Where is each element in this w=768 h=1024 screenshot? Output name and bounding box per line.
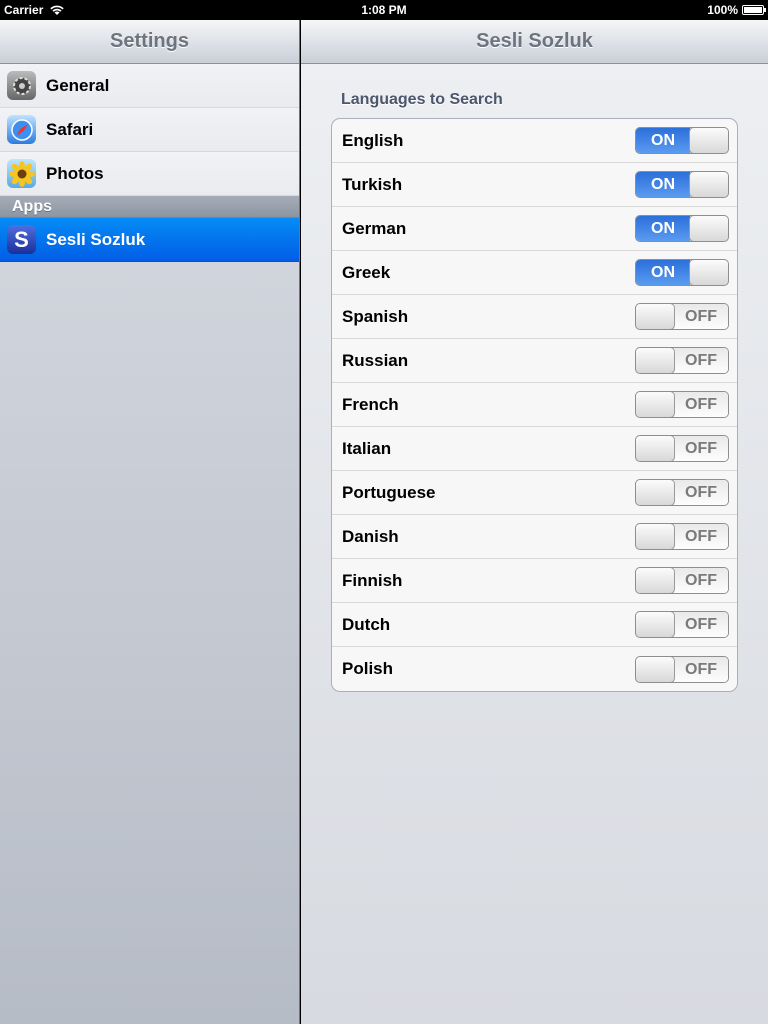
language-label: Polish [342,659,394,678]
settings-item-safari[interactable]: Safari [0,108,299,152]
compass-icon [7,115,36,144]
language-label: Portuguese [342,482,436,502]
language-label: Danish [342,526,399,546]
switch-state-label: ON [636,216,690,241]
language-toggle-switch[interactable]: OFF [635,435,729,462]
language-label: French [342,394,399,414]
language-row-german: German ON [332,207,737,251]
language-label: Russian [342,350,409,370]
switch-state-label: OFF [674,436,728,461]
settings-item-sesli-sozluk[interactable]: S Sesli Sozluk [0,218,299,262]
language-label: Spanish [342,306,409,326]
battery-percent: 100% [707,3,738,17]
switch-knob [636,436,675,461]
settings-item-general[interactable]: General [0,64,299,108]
switch-state-label: ON [636,260,690,285]
language-toggle-switch[interactable]: ON [635,215,729,242]
switch-knob [636,612,675,637]
language-row-french: French OFF [332,383,737,427]
settings-master-pane: Settings General Safari Photos Apps S Se [0,20,300,1024]
language-label: Greek [342,262,391,282]
switch-state-label: OFF [674,656,728,682]
language-toggle-switch[interactable]: OFF [635,303,729,330]
switch-state-label: OFF [674,304,728,329]
settings-item-label: Safari [46,119,94,139]
gear-icon [7,71,36,100]
language-label: Turkish [342,174,403,194]
language-toggle-switch[interactable]: OFF [635,567,729,594]
language-toggle-switch[interactable]: ON [635,127,729,154]
switch-state-label: OFF [674,568,728,593]
language-row-russian: Russian OFF [332,339,737,383]
switch-knob [636,524,675,549]
switch-knob [689,260,728,285]
language-row-italian: Italian OFF [332,427,737,471]
switch-state-label: OFF [674,392,728,417]
language-row-english: English ON [332,119,737,163]
switch-state-label: ON [636,128,690,153]
settings-list: General Safari Photos Apps S Sesli Sozlu… [0,64,299,262]
battery-icon [742,5,766,15]
detail-pane: Sesli Sozluk Languages to Search English… [301,20,768,1024]
master-title: Settings [110,30,189,52]
apps-section-header: Apps [0,196,299,218]
language-row-spanish: Spanish OFF [332,295,737,339]
switch-knob [636,348,675,373]
switch-knob [636,568,675,593]
language-row-dutch: Dutch OFF [332,603,737,647]
switch-knob [636,480,675,505]
language-label: German [342,218,407,238]
language-toggle-switch[interactable]: OFF [635,479,729,506]
switch-state-label: OFF [674,524,728,549]
language-toggle-switch[interactable]: OFF [635,391,729,418]
switch-state-label: OFF [674,348,728,373]
language-label: English [342,130,404,150]
language-row-portuguese: Portuguese OFF [332,471,737,515]
status-bar: Carrier 1:08 PM 100% [0,0,768,20]
language-toggle-switch[interactable]: OFF [635,655,729,683]
language-row-turkish: Turkish ON [332,163,737,207]
language-toggle-switch[interactable]: OFF [635,347,729,374]
switch-knob [636,656,675,682]
settings-item-label: Photos [46,163,104,183]
status-time: 1:08 PM [361,3,407,17]
detail-title: Sesli Sozluk [476,30,593,52]
battery-status: 100% [707,3,766,17]
settings-item-label: General [46,75,110,95]
languages-group: English ON Turkish ON German ON Greek ON Spanish… [331,118,738,692]
settings-item-label: Sesli Sozluk [46,229,146,249]
languages-group-header: Languages to Search [341,91,503,108]
master-navbar: Settings [0,20,299,64]
language-toggle-switch[interactable]: ON [635,259,729,286]
switch-state-label: OFF [674,612,728,637]
language-toggle-switch[interactable]: OFF [635,611,729,638]
language-row-finnish: Finnish OFF [332,559,737,603]
sesli-sozluk-icon: S [7,225,36,254]
switch-state-label: ON [636,172,690,197]
switch-knob [689,216,728,241]
switch-knob [689,172,728,197]
language-row-danish: Danish OFF [332,515,737,559]
language-toggle-switch[interactable]: OFF [635,523,729,550]
switch-knob [689,128,728,153]
detail-navbar: Sesli Sozluk [301,20,768,64]
language-label: Italian [342,438,392,458]
switch-knob [636,304,675,329]
sunflower-icon [7,159,36,188]
switch-knob [636,392,675,417]
language-row-greek: Greek ON [332,251,737,295]
language-toggle-switch[interactable]: ON [635,171,729,198]
switch-state-label: OFF [674,480,728,505]
language-row-polish: Polish OFF [332,647,737,691]
language-label: Dutch [342,614,391,634]
settings-item-photos[interactable]: Photos [0,152,299,196]
app-icon-letter: S [14,226,29,252]
language-label: Finnish [342,570,403,590]
